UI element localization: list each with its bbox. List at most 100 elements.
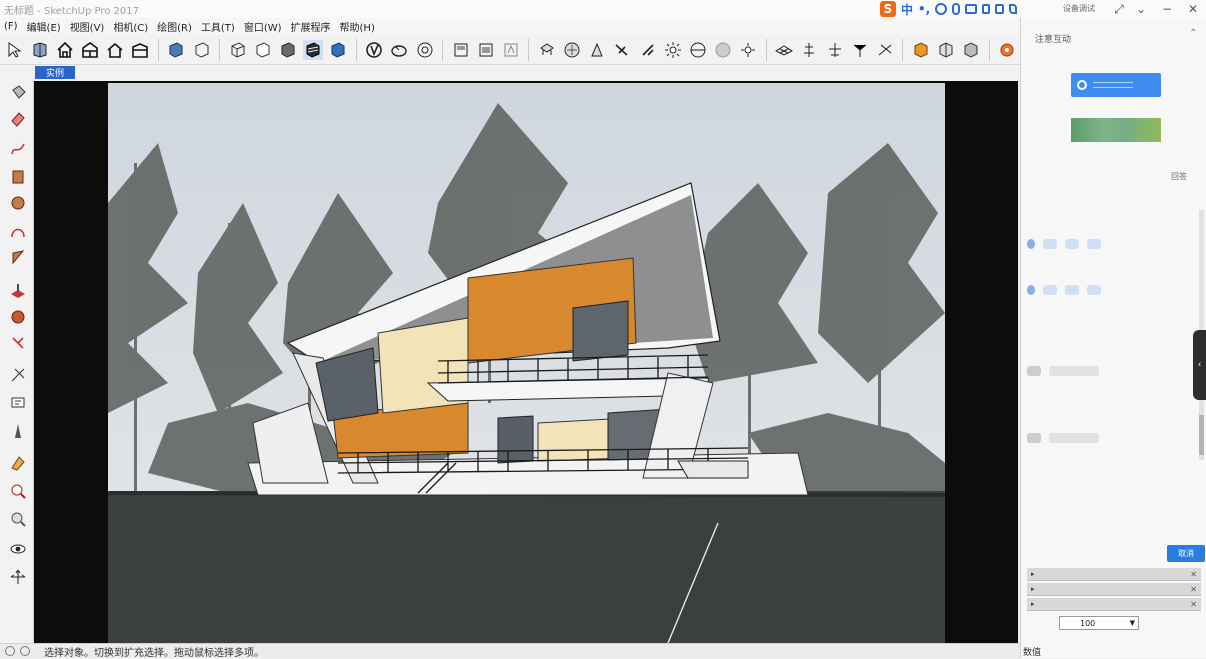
stamp-icon[interactable] <box>825 40 844 60</box>
fog-icon[interactable] <box>688 40 707 60</box>
menu-window[interactable]: 窗口(W) <box>240 19 287 34</box>
skin-icon[interactable] <box>982 4 991 14</box>
follow-me-tool-icon[interactable] <box>8 333 28 353</box>
rectangle-icon[interactable] <box>8 167 28 187</box>
walk-icon[interactable] <box>8 567 28 587</box>
text-label-icon[interactable] <box>8 393 28 413</box>
scene-tab-instance[interactable]: 实例 <box>35 66 75 79</box>
menu-camera[interactable]: 相机(C) <box>109 19 153 34</box>
push-pull-icon[interactable] <box>8 281 28 301</box>
side-panel-handle[interactable]: ‹ <box>1193 330 1206 400</box>
ime-toolbar[interactable]: S 中 •, <box>880 1 1018 18</box>
select-icon[interactable] <box>5 40 24 60</box>
freehand-icon[interactable] <box>8 139 28 159</box>
warehouse-get-icon[interactable] <box>911 40 930 60</box>
warehouse-icon[interactable] <box>80 40 99 60</box>
home-icon[interactable] <box>55 40 74 60</box>
monochrome-icon[interactable] <box>329 40 348 60</box>
edge-style-icon[interactable] <box>739 40 758 60</box>
drawing-viewport[interactable] <box>34 81 1018 643</box>
style-back-edges-icon[interactable] <box>192 40 211 60</box>
shed-icon[interactable] <box>131 40 150 60</box>
ruby-icon[interactable] <box>998 40 1017 60</box>
move-tool-icon[interactable] <box>365 40 384 60</box>
info-icon[interactable] <box>5 646 15 656</box>
tray-row[interactable] <box>1027 430 1147 446</box>
scale-select[interactable]: 100 ▼ <box>1059 616 1139 630</box>
component-icon[interactable] <box>30 40 49 60</box>
sogou-logo-icon[interactable]: S <box>880 1 896 17</box>
minimize-button[interactable]: ⌄ <box>1130 0 1152 18</box>
section-display-icon[interactable] <box>476 40 495 60</box>
tray-row[interactable] <box>1027 236 1147 252</box>
dimensions-icon[interactable] <box>537 40 556 60</box>
axes-icon[interactable] <box>613 40 632 60</box>
menu-edit[interactable]: 编辑(E) <box>23 19 66 34</box>
close-button[interactable]: ✕ <box>1182 0 1204 18</box>
sun-shadow-icon[interactable] <box>663 40 682 60</box>
close-icon[interactable]: ✕ <box>1190 570 1197 579</box>
follow-me-icon[interactable] <box>390 40 409 60</box>
dimension-icon[interactable] <box>8 421 28 441</box>
arc-icon[interactable] <box>8 221 28 241</box>
tray-panel-collapsed[interactable]: ▸ ✕ <box>1027 598 1201 611</box>
tray-row[interactable] <box>1027 363 1147 379</box>
circle-icon[interactable] <box>8 193 28 213</box>
zoom-window-icon[interactable] <box>8 509 28 529</box>
house-outline-icon[interactable] <box>106 40 125 60</box>
polygon-icon[interactable] <box>8 247 28 267</box>
ime-mode-label[interactable]: 中 <box>901 1 913 18</box>
menu-tools[interactable]: 工具(T) <box>197 19 240 34</box>
extension-icon[interactable] <box>962 40 981 60</box>
menu-draw[interactable]: 绘图(R) <box>153 19 197 34</box>
cancel-button[interactable]: 取消 <box>1167 545 1205 562</box>
pin-icon[interactable]: ⤢ <box>1108 0 1130 18</box>
section-cut-icon[interactable] <box>501 40 520 60</box>
material-thumbnail[interactable] <box>1071 118 1161 142</box>
hidden-line-icon[interactable] <box>253 40 272 60</box>
ime-punct-label[interactable]: •, <box>918 2 930 16</box>
add-detail-icon[interactable] <box>875 40 894 60</box>
protractor-icon[interactable] <box>563 40 582 60</box>
menu-view[interactable]: 视图(V) <box>66 19 110 34</box>
shirt-icon[interactable] <box>995 4 1005 14</box>
wireframe-icon[interactable] <box>228 40 247 60</box>
orbit-icon[interactable] <box>8 481 28 501</box>
reply-label[interactable]: 回答 <box>1171 171 1187 182</box>
menu-extensions[interactable]: 扩展程序 <box>287 19 336 34</box>
section-plane-icon[interactable] <box>451 40 470 60</box>
match-photo-icon[interactable] <box>713 40 732 60</box>
scrollbar-thumb[interactable] <box>1199 415 1204 455</box>
keyboard-icon[interactable] <box>965 4 978 14</box>
eraser-icon[interactable] <box>8 109 28 129</box>
help-icon[interactable] <box>20 646 30 656</box>
share-model-icon[interactable] <box>936 40 955 60</box>
tray-panel-collapsed[interactable]: ▸ ✕ <box>1027 583 1201 596</box>
shaded-textures-icon[interactable] <box>303 39 323 60</box>
smoove-icon[interactable] <box>800 40 819 60</box>
3d-text-icon[interactable] <box>638 40 657 60</box>
offset-icon[interactable] <box>415 40 434 60</box>
menu-help[interactable]: 帮助(H) <box>336 19 380 34</box>
style-xray-icon[interactable] <box>167 40 186 60</box>
voice-icon[interactable] <box>952 3 961 15</box>
menu-file[interactable]: (F) <box>0 21 23 32</box>
sandbox-icon[interactable] <box>775 40 794 60</box>
shaded-icon[interactable] <box>278 40 297 60</box>
tray-row[interactable] <box>1027 282 1147 298</box>
collapse-icon[interactable]: ⌃ <box>1189 28 1197 39</box>
text-icon[interactable] <box>588 40 607 60</box>
restore-button[interactable]: − <box>1156 0 1178 18</box>
scale-icon[interactable] <box>8 365 28 385</box>
tray-panel-collapsed[interactable]: ▸ ✕ <box>1027 568 1201 581</box>
rotate-icon[interactable] <box>8 307 28 327</box>
close-icon[interactable]: ✕ <box>1190 585 1197 594</box>
emoji-icon[interactable] <box>935 3 948 15</box>
tape-measure-icon[interactable] <box>8 453 28 473</box>
tray-blue-button[interactable] <box>1071 73 1161 97</box>
close-icon[interactable]: ✕ <box>1190 600 1197 609</box>
look-around-icon[interactable] <box>8 539 28 559</box>
device-debug-label[interactable]: 设备调试 <box>1063 3 1095 14</box>
wrench-icon[interactable] <box>1009 4 1018 14</box>
drape-icon[interactable] <box>850 40 869 60</box>
